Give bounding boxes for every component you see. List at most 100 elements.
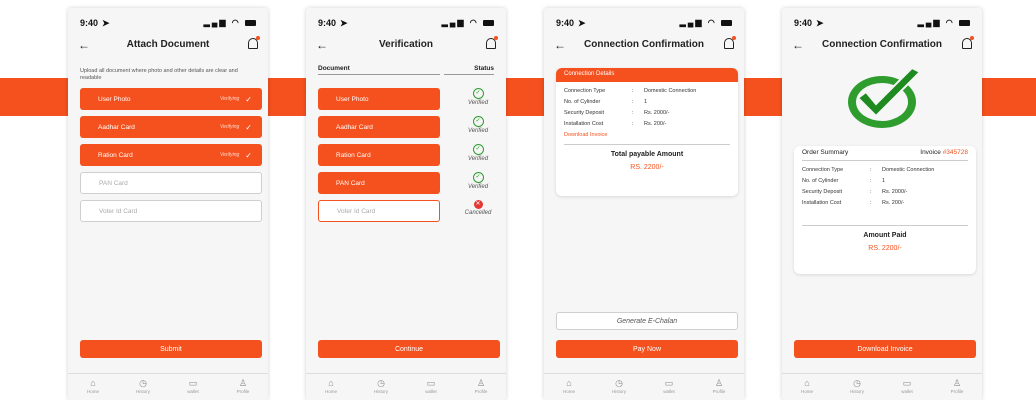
wifi-icon: ◠ — [469, 18, 479, 27]
bottom-tab-bar: ⌂ Home ◷ History ▭ wallet ♙ Profile — [544, 373, 744, 400]
doc-row-aadhar-card: Aadhar Card — [318, 116, 440, 138]
tab-history[interactable]: ◷ History — [118, 374, 168, 400]
header: ← Connection Confirmation — [792, 36, 974, 54]
card-title: Connection Details — [556, 68, 738, 82]
verified-check-icon: ✓ — [472, 172, 484, 183]
doc-label: User Photo — [336, 95, 369, 103]
field-label: Aadhar Card — [98, 123, 135, 131]
status-time: 9:40 ➤ — [556, 18, 586, 28]
profile-icon: ♙ — [714, 378, 724, 388]
tab-profile[interactable]: ♙ Profile — [456, 374, 506, 400]
screen-connection-success: 9:40 ➤ ▂▄▆ ◠ ← Connection Confirmation Or… — [782, 8, 982, 400]
field-status: Verifying — [220, 96, 240, 102]
tab-home[interactable]: ⌂ Home — [782, 374, 832, 400]
doc-label: Ration Card — [336, 151, 371, 159]
screen-attach-document: 9:40 ➤ ▂▄▆ ◠ ← Attach Document Upload all… — [68, 8, 268, 400]
cancelled-x-icon: ✕ — [473, 200, 483, 209]
order-summary-card: Order Summary Invoice #345728 Connection… — [794, 146, 976, 274]
doc-label: Voter Id Card — [337, 207, 376, 215]
detail-row: Connection Type: Domestic Connection — [564, 88, 697, 94]
field-label: PAN Card — [99, 179, 128, 187]
upload-field-user-photo[interactable]: User Photo Verifying ✓ — [80, 88, 262, 110]
doc-row-user-photo: User Photo — [318, 88, 440, 110]
upload-field-aadhar-card[interactable]: Aadhar Card Verifying ✓ — [80, 116, 262, 138]
battery-icon — [721, 19, 732, 26]
connection-details-card: Connection Details Connection Type: Domes… — [556, 68, 738, 196]
download-invoice-button[interactable]: Download Invoice — [794, 340, 976, 358]
pay-now-button[interactable]: Pay Now — [556, 340, 738, 358]
column-document: Document — [318, 65, 440, 75]
history-icon: ◷ — [139, 378, 147, 388]
upload-field-voter-id-card[interactable]: Voter Id Card — [80, 200, 262, 222]
wallet-icon: ▭ — [188, 378, 198, 388]
tab-history[interactable]: ◷ History — [594, 374, 644, 400]
field-label: Voter Id Card — [99, 207, 138, 215]
tab-profile[interactable]: ♙ Profile — [932, 374, 982, 400]
upload-field-pan-card[interactable]: PAN Card — [80, 172, 262, 194]
tab-wallet[interactable]: ▭ wallet — [882, 374, 932, 400]
field-status: Verifying — [220, 152, 240, 158]
verification-table-header: Document Status — [318, 65, 494, 75]
notification-bell-icon[interactable] — [724, 36, 736, 52]
signal-icon: ▂▄▆ — [679, 18, 704, 27]
invoice-number: Invoice #345728 — [920, 149, 968, 156]
notification-bell-icon[interactable] — [486, 36, 498, 52]
field-status: Verifying — [220, 124, 240, 130]
header: ← Connection Confirmation — [554, 36, 736, 54]
divider — [802, 225, 968, 226]
upload-field-ration-card[interactable]: Ration Card Verifying ✓ — [80, 144, 262, 166]
status-verified: ✓ Verified — [467, 88, 489, 106]
check-icon: ✓ — [245, 150, 252, 160]
amount-paid-value: RS. 2200/- — [868, 245, 902, 252]
page-title: Verification — [379, 39, 433, 50]
order-summary-label: Order Summary — [802, 149, 849, 156]
detail-row: No. of Cylinder:1 — [564, 99, 648, 105]
generate-echalan-button[interactable]: Generate E-Chalan — [556, 312, 738, 330]
status-icons: ▂▄▆ ◠ — [680, 18, 732, 27]
tab-profile[interactable]: ♙ Profile — [694, 374, 744, 400]
doc-row-voter-id-card[interactable]: Voter Id Card — [318, 200, 440, 222]
status-icons: ▂▄▆ ◠ — [204, 18, 256, 27]
status-time: 9:40 ➤ — [794, 18, 824, 28]
location-icon: ➤ — [102, 18, 110, 28]
success-check-icon — [848, 66, 922, 128]
notification-bell-icon[interactable] — [962, 36, 974, 52]
battery-icon — [483, 19, 494, 26]
tab-home[interactable]: ⌂ Home — [68, 374, 118, 400]
bottom-tab-bar: ⌂ Home ◷ History ▭ wallet ♙ Profile — [782, 373, 982, 400]
notification-bell-icon[interactable] — [248, 36, 260, 52]
status-time: 9:40 ➤ — [80, 18, 110, 28]
tab-history[interactable]: ◷ History — [356, 374, 406, 400]
tab-history[interactable]: ◷ History — [832, 374, 882, 400]
location-icon: ➤ — [578, 18, 586, 28]
check-icon: ✓ — [245, 122, 252, 132]
bottom-tab-bar: ⌂ Home ◷ History ▭ wallet ♙ Profile — [68, 373, 268, 400]
doc-row-pan-card: PAN Card — [318, 172, 440, 194]
status-icons: ▂▄▆ ◠ — [918, 18, 970, 27]
status-bar: 9:40 ➤ ▂▄▆ ◠ — [556, 18, 732, 32]
tab-wallet[interactable]: ▭ wallet — [644, 374, 694, 400]
history-icon: ◷ — [853, 378, 861, 388]
status-time: 9:40 ➤ — [318, 18, 348, 28]
doc-label: PAN Card — [336, 179, 365, 187]
status-cancelled: ✕ Cancelled — [464, 200, 492, 216]
submit-button[interactable]: Submit — [80, 340, 262, 358]
battery-icon — [245, 19, 256, 26]
tab-wallet[interactable]: ▭ wallet — [406, 374, 456, 400]
header: ← Verification — [316, 36, 498, 54]
wifi-icon: ◠ — [231, 18, 241, 27]
order-summary-header: Order Summary Invoice #345728 — [802, 146, 968, 161]
status-bar: 9:40 ➤ ▂▄▆ ◠ — [794, 18, 970, 32]
tab-home[interactable]: ⌂ Home — [544, 374, 594, 400]
history-icon: ◷ — [377, 378, 385, 388]
location-icon: ➤ — [816, 18, 824, 28]
tab-home[interactable]: ⌂ Home — [306, 374, 356, 400]
bottom-tab-bar: ⌂ Home ◷ History ▭ wallet ♙ Profile — [306, 373, 506, 400]
download-invoice-link[interactable]: Download Invoice — [556, 132, 738, 138]
verified-check-icon: ✓ — [472, 88, 484, 99]
page-title: Connection Confirmation — [584, 39, 704, 50]
tab-profile[interactable]: ♙ Profile — [218, 374, 268, 400]
status-bar: 9:40 ➤ ▂▄▆ ◠ — [318, 18, 494, 32]
continue-button[interactable]: Continue — [318, 340, 500, 358]
tab-wallet[interactable]: ▭ wallet — [168, 374, 218, 400]
